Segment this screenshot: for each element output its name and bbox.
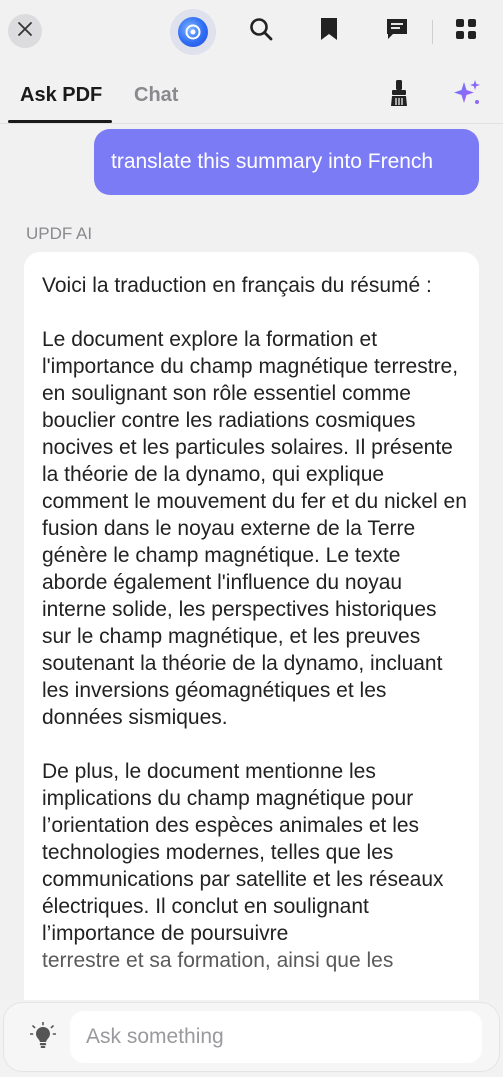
grid-button[interactable] <box>451 16 481 46</box>
close-icon <box>17 21 33 42</box>
tab-chat[interactable]: Chat <box>134 84 178 107</box>
clear-chat-button[interactable] <box>384 79 414 112</box>
ask-input[interactable] <box>70 1011 482 1063</box>
tab-ask-pdf[interactable]: Ask PDF <box>20 84 102 107</box>
comment-icon <box>385 17 409 46</box>
ai-response-card: Voici la traduction en français du résum… <box>24 252 479 1077</box>
sparkle-icon <box>452 78 482 113</box>
comment-button[interactable] <box>382 16 412 46</box>
toolbar-divider <box>432 20 433 44</box>
broom-icon <box>388 79 410 112</box>
tab-divider <box>0 123 503 124</box>
ai-paragraph-partial: terrestre et sa formation, ainsi que les <box>42 949 394 972</box>
composer-area <box>0 1000 503 1077</box>
prompt-hints-button[interactable] <box>28 1021 58 1055</box>
ai-paragraph: De plus, le document mentionne les impli… <box>42 760 444 945</box>
top-toolbar <box>0 0 503 66</box>
updf-ai-logo-icon <box>178 17 208 47</box>
bookmark-icon <box>319 17 339 46</box>
user-message-bubble: translate this summary into French <box>94 129 479 195</box>
ai-sender-label: UPDF AI <box>26 224 93 243</box>
close-button[interactable] <box>8 14 42 48</box>
composer <box>4 1003 499 1071</box>
grid-icon <box>455 18 477 45</box>
bookmark-button[interactable] <box>314 16 344 46</box>
user-message-text: translate this summary into French <box>111 150 434 173</box>
ai-paragraph: Voici la traduction en français du résum… <box>42 274 432 297</box>
updf-ai-button[interactable] <box>170 9 216 55</box>
ai-paragraph: Le document explore la formation et l'im… <box>42 328 467 729</box>
ai-prompts-button[interactable] <box>450 78 484 112</box>
search-button[interactable] <box>246 16 276 46</box>
search-icon <box>248 16 274 47</box>
tab-bar: Ask PDF Chat <box>0 66 503 124</box>
lightbulb-icon <box>29 1021 57 1055</box>
ai-response-text: Voici la traduction en français du résum… <box>42 272 467 1001</box>
